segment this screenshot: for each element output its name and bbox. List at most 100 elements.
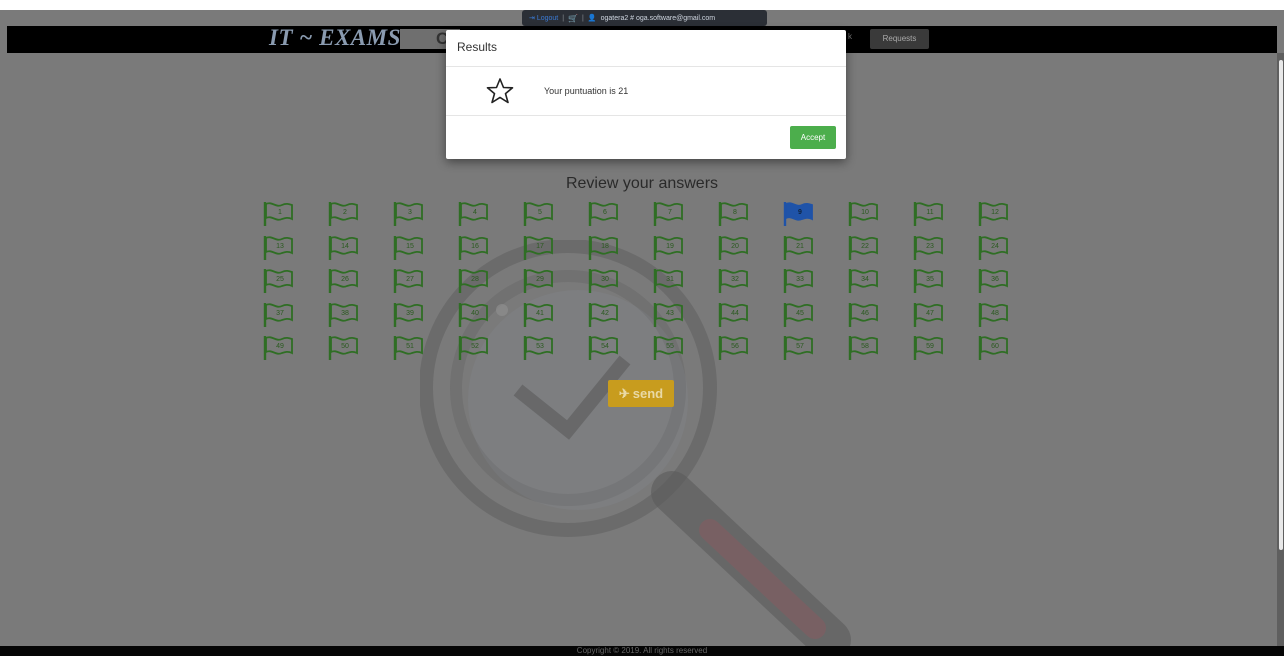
flag-icon [718,269,748,293]
flag-icon [653,269,683,293]
star-icon [486,78,514,104]
question-flag[interactable]: 22 [848,235,880,261]
question-flag[interactable]: 19 [653,235,685,261]
question-flag[interactable]: 25 [263,268,295,294]
question-flag[interactable]: 9 [783,201,815,227]
flag-icon [588,336,618,360]
question-flag[interactable]: 14 [328,235,360,261]
question-flag[interactable]: 44 [718,302,750,328]
modal-divider [446,115,846,116]
question-flag[interactable]: 56 [718,335,750,361]
paper-plane-icon: ✈ [618,385,630,401]
flag-icon [263,269,293,293]
flag-icon [328,202,358,226]
question-flag[interactable]: 17 [523,235,555,261]
question-flag[interactable]: 15 [393,235,425,261]
flag-icon [783,336,813,360]
send-button[interactable]: ✈ send [608,380,674,407]
question-flag[interactable]: 49 [263,335,295,361]
question-flag[interactable]: 38 [328,302,360,328]
question-flag[interactable]: 20 [718,235,750,261]
cart-icon[interactable]: 🛒 [568,14,578,23]
question-flag[interactable]: 53 [523,335,555,361]
question-flag[interactable]: 47 [913,302,945,328]
question-flag[interactable]: 4 [458,201,490,227]
flag-icon [978,302,1008,327]
question-flag[interactable]: 45 [783,302,815,328]
question-flag[interactable]: 37 [263,302,295,328]
flag-icon [328,235,358,260]
question-flag[interactable]: 3 [393,201,425,227]
flag-icon [523,202,553,226]
flag-icon [913,269,943,293]
question-flag[interactable]: 42 [588,302,620,328]
question-flag[interactable]: 57 [783,335,815,361]
flag-icon [913,336,943,360]
question-flag[interactable]: 60 [978,335,1010,361]
question-flag[interactable]: 13 [263,235,295,261]
flag-icon [718,202,748,226]
flag-icon [458,202,488,226]
question-flag[interactable]: 32 [718,268,750,294]
page: ⇥ Logout | 🛒 | 👤 ogatera2 # oga.software… [0,0,1284,656]
question-flag[interactable]: 35 [913,268,945,294]
question-flag[interactable]: 7 [653,201,685,227]
nav-requests-button[interactable]: Requests [870,29,929,49]
flag-icon [783,235,813,260]
question-flag[interactable]: 16 [458,235,490,261]
user-icon: 👤 [587,15,597,22]
question-flag-grid: 1 2 3 4 5 6 7 8 9 10 11 12 13 14 15 16 17 18 19 20 21 22 23 24 2… [263,201,1023,371]
question-flag[interactable]: 24 [978,235,1010,261]
accept-button[interactable]: Accept [790,126,836,149]
question-flag[interactable]: 51 [393,335,425,361]
question-flag[interactable]: 8 [718,201,750,227]
question-flag[interactable]: 27 [393,268,425,294]
flag-icon [523,235,553,260]
question-flag[interactable]: 40 [458,302,490,328]
user-email: ogatera2 # oga.software@gmail.com [600,14,716,22]
question-flag[interactable]: 46 [848,302,880,328]
question-flag[interactable]: 50 [328,335,360,361]
question-flag[interactable]: 36 [978,268,1010,294]
question-flag[interactable]: 39 [393,302,425,328]
question-flag[interactable]: 6 [588,201,620,227]
question-flag[interactable]: 1 [263,201,295,227]
question-flag[interactable]: 29 [523,268,555,294]
modal-title: Results [457,40,498,54]
review-title: Review your answers [565,175,719,192]
flag-icon [913,202,943,226]
flag-icon [848,336,878,360]
question-flag[interactable]: 26 [328,268,360,294]
question-flag[interactable]: 33 [783,268,815,294]
site-logo[interactable]: IT ~ EXAMS [269,25,401,51]
question-flag[interactable]: 23 [913,235,945,261]
logout-link[interactable]: ⇥ Logout [529,14,558,22]
question-flag[interactable]: 11 [913,201,945,227]
question-flag[interactable]: 55 [653,335,685,361]
question-flag[interactable]: 48 [978,302,1010,328]
question-flag[interactable]: 54 [588,335,620,361]
flag-icon [263,202,293,226]
flag-icon [523,269,553,293]
question-flag[interactable]: 18 [588,235,620,261]
question-flag[interactable]: 10 [848,201,880,227]
question-flag[interactable]: 5 [523,201,555,227]
question-flag[interactable]: 58 [848,335,880,361]
flag-icon [393,235,423,260]
question-flag[interactable]: 12 [978,201,1010,227]
question-flag[interactable]: 28 [458,268,490,294]
question-flag[interactable]: 2 [328,201,360,227]
scrollbar-thumb[interactable] [1279,60,1283,550]
question-flag[interactable]: 34 [848,268,880,294]
question-flag[interactable]: 30 [588,268,620,294]
question-flag[interactable]: 52 [458,335,490,361]
question-flag[interactable]: 31 [653,268,685,294]
nav-item-partial[interactable]: k [848,32,852,41]
question-flag[interactable]: 43 [653,302,685,328]
flag-icon [783,302,813,327]
question-flag[interactable]: 41 [523,302,555,328]
question-flag[interactable]: 59 [913,335,945,361]
flag-icon [913,302,943,327]
separator: | [582,14,584,22]
question-flag[interactable]: 21 [783,235,815,261]
